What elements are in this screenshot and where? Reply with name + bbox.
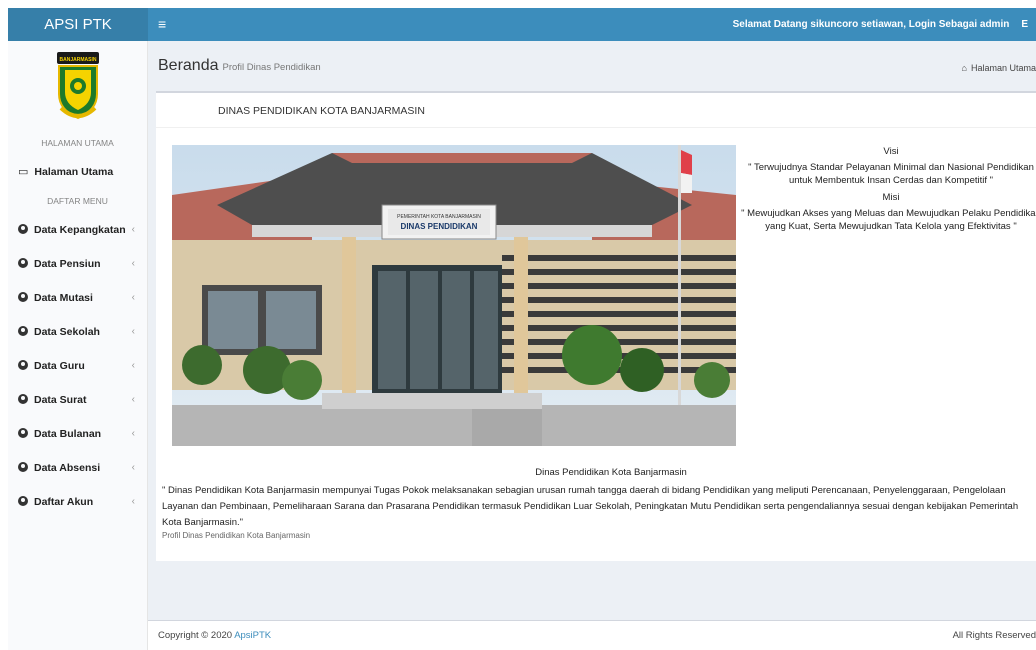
logo-wrap: BANJARMASIN: [8, 41, 147, 131]
chevron-left-icon: ‹: [131, 292, 135, 303]
copyright-text: Copyright © 2020: [158, 630, 235, 641]
visi-heading: Visi: [883, 146, 899, 157]
copyright: Copyright © 2020 ApsiPTK: [158, 621, 271, 650]
banjarmasin-emblem: BANJARMASIN: [56, 52, 99, 120]
chevron-left-icon: ‹: [131, 258, 135, 269]
misi-heading: Misi: [882, 192, 900, 203]
description-footer: Profil Dinas Pendidikan Kota Banjarmasin: [162, 531, 311, 540]
sidebar-item-label: Data Surat: [34, 394, 87, 406]
breadcrumb-label: Halaman Utama: [970, 63, 1036, 73]
visi-misi: Visi " Terwujudnya Standar Pelayanan Min…: [741, 145, 1036, 237]
sidebar-item-data-surat[interactable]: Data Surat ‹: [8, 383, 147, 417]
chevron-left-icon: ‹: [131, 496, 135, 507]
sidebar-item-data-absensi[interactable]: Data Absensi ‹: [8, 451, 147, 485]
home-icon: ⌂: [961, 63, 967, 73]
top-navbar: APSI PTK ≡ Selamat Datang sikuncoro seti…: [8, 8, 1036, 41]
circle-icon: [18, 496, 28, 506]
chevron-left-icon: ‹: [131, 326, 135, 337]
breadcrumb[interactable]: ⌂ Halaman Utama: [962, 63, 1036, 73]
circle-icon: [18, 326, 28, 336]
page-subtitle: Profil Dinas Pendidikan: [222, 62, 321, 73]
content-wrapper: Beranda Profil Dinas Pendidikan ⌂ Halaman …: [148, 41, 1036, 620]
sidebar-item-label: Data Pensiun: [34, 258, 101, 270]
page-title-text: Beranda: [158, 57, 219, 74]
circle-icon: [18, 394, 28, 404]
circle-icon: [18, 428, 28, 438]
page-title: Beranda Profil Dinas Pendidikan: [158, 57, 321, 75]
sidebar-toggle-icon[interactable]: ≡: [158, 8, 178, 41]
monitor-icon: ▭: [18, 166, 29, 178]
sidebar-item-data-kepangkatan[interactable]: Data Kepangkatan ‹: [8, 213, 147, 247]
chevron-left-icon: ‹: [131, 462, 135, 473]
chevron-left-icon: ‹: [131, 224, 135, 235]
welcome-text: Selamat Datang sikuncoro setiawan, Login…: [733, 8, 1028, 41]
box-title: DINAS PENDIDIKAN KOTA BANJARMASIN: [218, 105, 425, 117]
sidebar-item-label: Data Absensi: [34, 462, 101, 474]
circle-icon: [18, 258, 28, 268]
sidebar-item-label: Data Mutasi: [34, 292, 93, 304]
chevron-left-icon: ‹: [131, 360, 135, 371]
visi-text: " Terwujudnya Standar Pelayanan Minimal …: [748, 162, 1034, 186]
sidebar-item-label: Daftar Akun: [34, 496, 94, 508]
divider: [156, 127, 1036, 128]
page-footer: Copyright © 2020 ApsiPTK All Rights Rese…: [148, 620, 1036, 650]
chevron-left-icon: ‹: [131, 428, 135, 439]
sign-line-1: PEMERINTAH KOTA BANJARMASIN: [397, 214, 481, 220]
sidebar-item-data-pensiun[interactable]: Data Pensiun ‹: [8, 247, 147, 281]
circle-icon: [18, 360, 28, 370]
profile-box: DINAS PENDIDIKAN KOTA BANJARMASIN PEMERI…: [156, 91, 1036, 561]
chevron-left-icon: ‹: [131, 394, 135, 405]
sidebar-item-data-mutasi[interactable]: Data Mutasi ‹: [8, 281, 147, 315]
sidebar-header-main: HALAMAN UTAMA: [41, 138, 114, 148]
sidebar-item-label: Data Bulanan: [34, 428, 102, 440]
circle-icon: [18, 292, 28, 302]
sidebar: BANJARMASIN HALAMAN UTAMA ▭ Halaman Utama…: [8, 41, 148, 650]
circle-icon: [18, 462, 28, 472]
description-title: Dinas Pendidikan Kota Banjarmasin: [535, 467, 687, 478]
description-text: " Dinas Pendidikan Kota Banjarmasin memp…: [162, 485, 1019, 528]
rights-text: All Rights Reserved: [952, 630, 1036, 641]
sidebar-item-halaman-utama[interactable]: ▭ Halaman Utama: [8, 155, 147, 189]
sidebar-header-menu: DAFTAR MENU: [47, 196, 108, 206]
circle-icon: [18, 224, 28, 234]
sidebar-item-label: Halaman Utama: [34, 166, 114, 178]
sidebar-item-daftar-akun[interactable]: Daftar Akun ‹: [8, 485, 147, 519]
sidebar-item-data-guru[interactable]: Data Guru ‹: [8, 349, 147, 383]
welcome-message: Selamat Datang sikuncoro setiawan, Login…: [732, 19, 1010, 30]
sidebar-item-label: Data Kepangkatan: [34, 224, 126, 236]
footer-brand-link[interactable]: ApsiPTK: [234, 630, 271, 641]
svg-text:BANJARMASIN: BANJARMASIN: [59, 57, 96, 63]
brand-logo[interactable]: APSI PTK: [8, 8, 148, 41]
sidebar-item-data-bulanan[interactable]: Data Bulanan ‹: [8, 417, 147, 451]
sign-line-2: DINAS PENDIDIKAN: [401, 222, 478, 231]
sidebar-item-data-sekolah[interactable]: Data Sekolah ‹: [8, 315, 147, 349]
misi-text: " Mewujudkan Akses yang Meluas dan Mewuj…: [741, 208, 1036, 232]
sidebar-item-label: Data Guru: [34, 360, 85, 372]
user-menu[interactable]: E: [1021, 19, 1028, 30]
office-building-photo: PEMERINTAH KOTA BANJARMASIN DINAS PENDID…: [172, 145, 736, 446]
sidebar-item-label: Data Sekolah: [34, 326, 100, 338]
